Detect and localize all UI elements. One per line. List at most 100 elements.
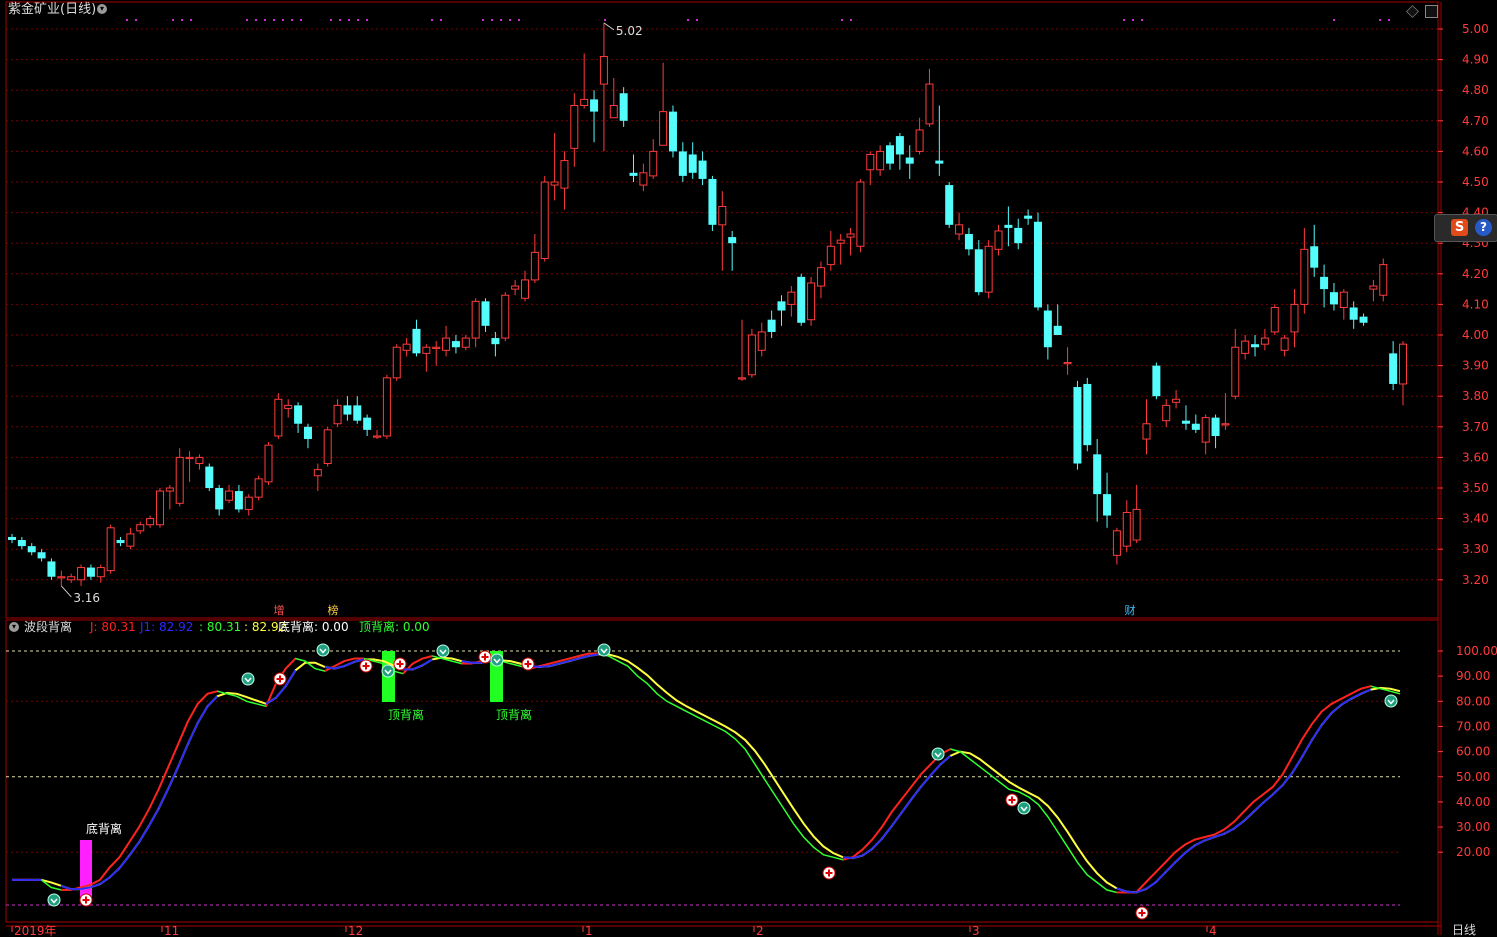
candle bbox=[1191, 414, 1200, 433]
candle-body bbox=[106, 527, 115, 572]
candle bbox=[816, 261, 825, 299]
candle bbox=[333, 399, 342, 427]
j-rise-segment bbox=[1350, 687, 1362, 695]
candle bbox=[876, 145, 885, 176]
j1-rise-segment bbox=[1262, 793, 1274, 804]
candle bbox=[1241, 335, 1250, 360]
candle bbox=[244, 494, 253, 516]
j-rise-segment bbox=[871, 826, 883, 841]
candle bbox=[935, 105, 944, 176]
candle-body bbox=[274, 398, 283, 437]
sell-signal-circle bbox=[47, 893, 61, 907]
price-tick-label: 3.90 bbox=[1462, 359, 1489, 373]
title-dropdown-icon[interactable]: ▾ bbox=[97, 4, 107, 14]
candle bbox=[412, 319, 421, 357]
j1-rise-segment bbox=[1145, 881, 1157, 890]
sell-signal-circle bbox=[1384, 694, 1398, 708]
candle bbox=[599, 22, 608, 152]
event-dot bbox=[246, 19, 248, 21]
candle-body bbox=[649, 150, 658, 177]
buy-signal-icon bbox=[273, 672, 287, 686]
candle-body bbox=[580, 98, 589, 106]
date-tick-label: 12 bbox=[348, 924, 363, 937]
candle-body bbox=[747, 334, 756, 376]
j-rise-segment bbox=[1233, 811, 1245, 823]
j-rise-segment bbox=[197, 693, 209, 705]
candle-body bbox=[451, 341, 460, 348]
j1-rise-segment bbox=[118, 854, 131, 869]
indicator-lines[interactable] bbox=[12, 652, 1401, 894]
event-dot bbox=[482, 19, 484, 21]
ime-toolbar[interactable]: S ? bbox=[1434, 214, 1497, 242]
candle bbox=[629, 154, 638, 182]
candle-body bbox=[964, 234, 973, 250]
candle-body bbox=[836, 239, 845, 244]
candle-body bbox=[1142, 423, 1151, 440]
candle-body bbox=[392, 346, 401, 379]
candle bbox=[866, 151, 875, 186]
candle bbox=[955, 212, 964, 241]
j-rise-segment bbox=[1291, 738, 1304, 758]
event-dot bbox=[190, 19, 192, 21]
j1-rise-segment bbox=[157, 788, 170, 810]
candle-body bbox=[659, 111, 668, 146]
event-dot bbox=[1379, 19, 1381, 21]
date-tick-label: 2 bbox=[756, 924, 764, 937]
event-dot bbox=[491, 19, 493, 21]
j1-rise-segment bbox=[275, 685, 287, 699]
price-tick-label: 3.70 bbox=[1462, 420, 1489, 434]
j1-rise-segment bbox=[1174, 852, 1186, 863]
candle-body bbox=[1112, 530, 1121, 556]
candle bbox=[678, 142, 687, 182]
indicator-name[interactable]: 波段背离 bbox=[24, 620, 72, 634]
buy-signal-icon bbox=[521, 657, 535, 671]
j-rise-segment bbox=[1174, 843, 1186, 853]
event-dot bbox=[366, 19, 368, 21]
candle-body bbox=[37, 552, 46, 559]
event-dot bbox=[348, 19, 350, 21]
legend-item: J1: 82.92 bbox=[140, 620, 194, 634]
j-rise-segment bbox=[138, 808, 150, 828]
legend-item: 顶背离: 0.00 bbox=[359, 620, 430, 634]
j1-line-yellow bbox=[12, 653, 1401, 894]
candle bbox=[797, 273, 806, 326]
stock-chart-canvas[interactable]: 5.004.904.804.704.604.504.404.304.204.10… bbox=[0, 0, 1497, 937]
candle bbox=[1181, 405, 1190, 430]
window-maximize-icon[interactable] bbox=[1425, 5, 1438, 18]
event-dot bbox=[172, 19, 174, 21]
price-tick-label: 4.70 bbox=[1462, 114, 1489, 128]
candle bbox=[1093, 439, 1102, 522]
candle-body bbox=[1389, 353, 1398, 384]
candle-body bbox=[264, 444, 273, 483]
j1-rise-segment bbox=[861, 848, 873, 857]
candle bbox=[422, 344, 431, 372]
ime-logo-icon[interactable]: S bbox=[1451, 219, 1468, 236]
candle bbox=[303, 423, 312, 449]
period-tab[interactable]: 日线 bbox=[1452, 923, 1476, 937]
event-dot bbox=[282, 19, 284, 21]
candle-body bbox=[797, 276, 806, 323]
candle-body bbox=[856, 181, 865, 247]
candle bbox=[57, 570, 66, 586]
candle bbox=[491, 331, 500, 357]
j1-rise-segment bbox=[147, 808, 160, 827]
candle-body bbox=[599, 56, 608, 85]
candle-body bbox=[777, 301, 786, 311]
sell-signal-circle bbox=[490, 653, 504, 667]
candle-body bbox=[816, 267, 825, 287]
event-dot bbox=[264, 19, 266, 21]
candle-body bbox=[412, 328, 421, 354]
candle bbox=[8, 533, 16, 544]
candle-body bbox=[866, 153, 875, 171]
candle bbox=[353, 396, 362, 424]
candle-body bbox=[511, 285, 520, 290]
j1-rise-segment bbox=[284, 669, 297, 687]
ime-help-icon[interactable]: ? bbox=[1475, 219, 1492, 236]
candle-body bbox=[1014, 227, 1023, 244]
candle-body bbox=[27, 546, 36, 553]
candle-body bbox=[254, 478, 263, 498]
indicator-dropdown-icon[interactable]: ▾ bbox=[9, 622, 19, 632]
candle bbox=[323, 426, 332, 467]
legend-item: J: 80.31 bbox=[90, 620, 136, 634]
candle bbox=[1112, 527, 1121, 565]
